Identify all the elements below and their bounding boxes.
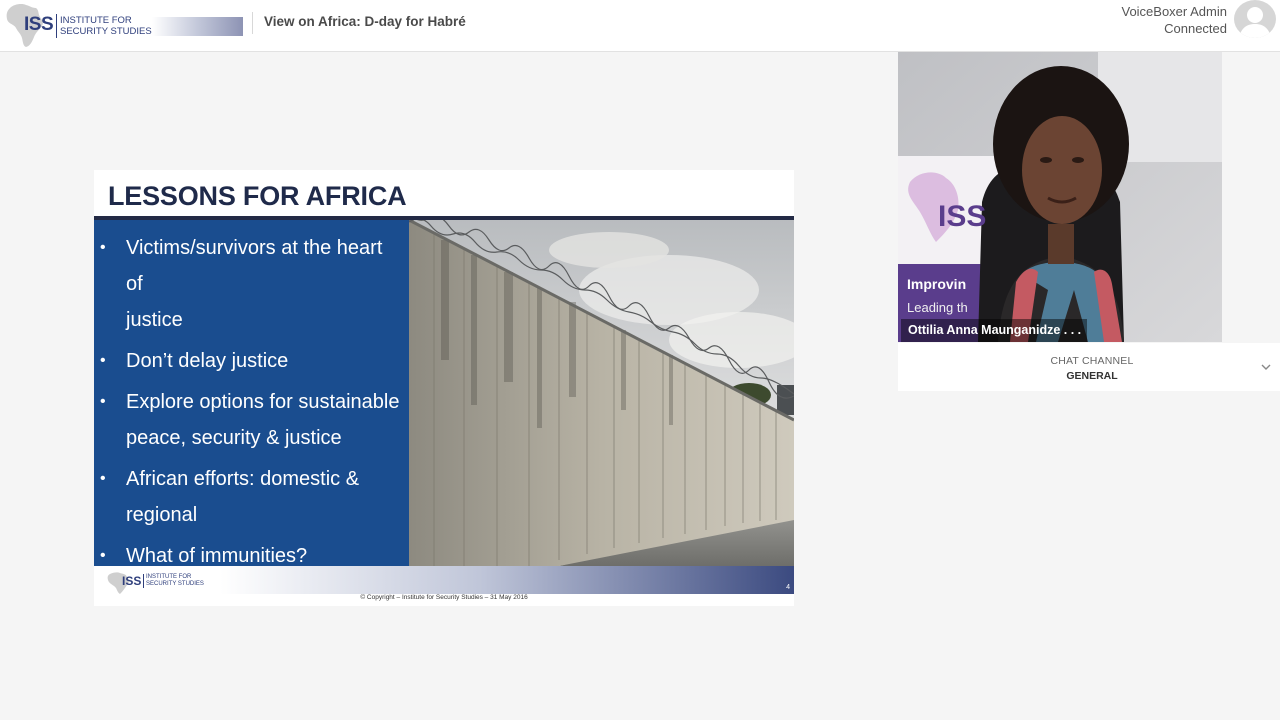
logo-gradient-bar (152, 17, 243, 36)
footer-logo-divider (143, 574, 144, 588)
bullet-line: justice (126, 309, 183, 331)
footer-logo-line-2: SECURITY STUDIES (146, 581, 204, 587)
footer-org-name: INSTITUTE FOR SECURITY STUDIES (146, 574, 204, 588)
bullet-line: African efforts: domestic & (126, 468, 360, 490)
footer-logo-line-1: INSTITUTE FOR (146, 574, 192, 580)
bullet-panel: Victims/survivors at the heart of justic… (94, 220, 409, 574)
logo-line-1: INSTITUTE FOR (60, 15, 132, 26)
slide-footer-logo: ISS INSTITUTE FOR SECURITY STUDIES (106, 571, 216, 594)
bullet-item: African efforts: domestic & regional (94, 461, 401, 533)
speaker-video-frame (898, 52, 1222, 342)
background-banner-line-1: Improvin (907, 276, 967, 292)
chat-channel-selector[interactable]: CHAT CHANNEL GENERAL (898, 343, 1280, 391)
prison-wall-photo (409, 220, 794, 566)
user-avatar-icon[interactable] (1234, 0, 1276, 38)
header-divider (252, 12, 253, 34)
presentation-slide: LESSONS FOR AFRICA Victims/survivors at … (94, 170, 794, 606)
chat-channel-value: GENERAL (1066, 370, 1118, 382)
bullet-line: regional (126, 504, 198, 526)
user-name: VoiceBoxer Admin (1121, 4, 1227, 19)
logo-org-name: INSTITUTE FOR SECURITY STUDIES (60, 15, 152, 37)
iss-logo[interactable]: ISS INSTITUTE FOR SECURITY STUDIES (4, 2, 244, 48)
background-banner-line-2: Leading th (907, 300, 968, 315)
connection-status: Connected (1164, 21, 1227, 36)
speaker-video[interactable]: ISS Improvin Leading th Ottilia Anna Mau… (898, 52, 1222, 342)
bullet-item: Explore options for sustainable peace, s… (94, 384, 401, 456)
logo-divider (56, 14, 57, 38)
chevron-down-icon[interactable] (1260, 361, 1272, 373)
slide-title: LESSONS FOR AFRICA (108, 181, 407, 211)
speaker-name-label: Ottilia Anna Maunganidze . . . (901, 319, 1088, 342)
bullet-line: peace, security & justice (126, 427, 342, 449)
slide-page-number: 4 (786, 584, 790, 591)
bullet-item: Victims/survivors at the heart of justic… (94, 230, 401, 338)
slide-copyright: © Copyright – Institute for Security Stu… (360, 594, 528, 601)
logo-iss-text: ISS (24, 14, 54, 35)
background-iss-logo: ISS (938, 200, 987, 233)
footer-iss-text: ISS (122, 574, 142, 588)
bullet-list: Victims/survivors at the heart of justic… (94, 230, 401, 574)
bullet-line: Explore options for sustainable (126, 391, 400, 413)
bullet-item: Don’t delay justice (94, 343, 401, 379)
chat-channel-label: CHAT CHANNEL (1050, 355, 1134, 367)
bullet-line: Don’t delay justice (126, 350, 289, 372)
event-title: View on Africa: D-day for Habré (264, 14, 466, 29)
top-header: ISS INSTITUTE FOR SECURITY STUDIES View … (0, 0, 1280, 52)
logo-line-2: SECURITY STUDIES (60, 26, 152, 37)
bullet-line: Victims/survivors at the heart of (126, 237, 383, 295)
